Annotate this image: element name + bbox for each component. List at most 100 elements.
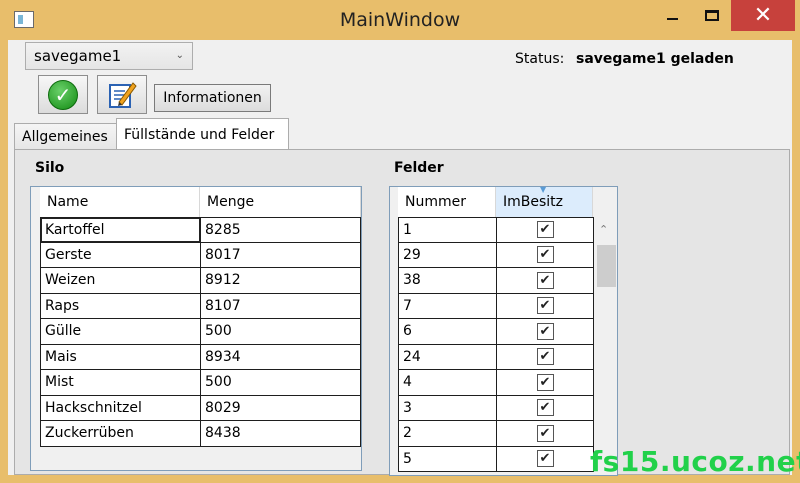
felder-cell-imbesitz: ✔ bbox=[496, 395, 594, 421]
felder-cell-imbesitz: ✔ bbox=[496, 446, 594, 472]
watermark-text: fs15.ucoz.net bbox=[590, 445, 800, 478]
felder-table-row[interactable]: 24 ✔ bbox=[398, 344, 594, 370]
status-value: savegame1 geladen bbox=[576, 51, 734, 67]
silo-table-row[interactable]: Weizen 8912 bbox=[40, 268, 362, 294]
savegame-combobox[interactable]: savegame1 ⌄ bbox=[25, 42, 193, 70]
minimize-button[interactable] bbox=[650, 0, 694, 31]
felder-cell-imbesitz: ✔ bbox=[496, 370, 594, 396]
imbesitz-checkbox[interactable]: ✔ bbox=[536, 322, 554, 340]
felder-table-row[interactable]: 1 ✔ bbox=[398, 217, 594, 243]
silo-cell-menge[interactable]: 8934 bbox=[200, 344, 361, 370]
tab-allgemeines[interactable]: Allgemeines bbox=[14, 123, 117, 149]
sort-indicator-icon: ▼ bbox=[540, 185, 547, 194]
felder-cell-nummer[interactable]: 6 bbox=[398, 319, 497, 345]
load-confirm-button[interactable]: ✓ bbox=[38, 75, 88, 114]
felder-cell-nummer[interactable]: 2 bbox=[398, 421, 497, 447]
main-window: MainWindow ✕ savegame1 ⌄ Status: savegam… bbox=[0, 0, 800, 483]
silo-table-row[interactable]: Gülle 500 bbox=[40, 319, 362, 345]
maximize-icon bbox=[705, 10, 719, 21]
silo-cell-name[interactable]: Raps bbox=[40, 293, 201, 319]
felder-cell-imbesitz: ✔ bbox=[496, 268, 594, 294]
silo-cell-name[interactable]: Weizen bbox=[40, 268, 201, 294]
felder-table-row[interactable]: 29 ✔ bbox=[398, 242, 594, 268]
scroll-up-icon[interactable]: ⌃ bbox=[599, 223, 608, 236]
silo-table-row[interactable]: Hackschnitzel 8029 bbox=[40, 395, 362, 421]
silo-cell-name[interactable]: Gülle bbox=[40, 319, 201, 345]
felder-cell-nummer[interactable]: 7 bbox=[398, 293, 497, 319]
tab-panel: Silo Felder Name Menge Kartoffel 8285 Gers… bbox=[14, 149, 790, 476]
imbesitz-checkbox[interactable]: ✔ bbox=[536, 297, 554, 315]
minimize-icon bbox=[666, 17, 678, 20]
felder-header-imbesitz-label: ImBesitz bbox=[503, 194, 564, 210]
imbesitz-checkbox[interactable]: ✔ bbox=[536, 348, 554, 366]
felder-cell-nummer[interactable]: 3 bbox=[398, 395, 497, 421]
close-icon: ✕ bbox=[753, 3, 773, 28]
felder-table-row[interactable]: 6 ✔ bbox=[398, 319, 594, 345]
imbesitz-checkbox[interactable]: ✔ bbox=[536, 424, 554, 442]
silo-header-name[interactable]: Name bbox=[40, 187, 200, 217]
felder-table-row[interactable]: 38 ✔ bbox=[398, 268, 594, 294]
felder-cell-nummer[interactable]: 5 bbox=[398, 446, 497, 472]
imbesitz-checkbox[interactable]: ✔ bbox=[536, 221, 554, 239]
silo-cell-menge[interactable]: 8029 bbox=[200, 395, 361, 421]
silo-datagrid[interactable]: Name Menge Kartoffel 8285 Gerste 8017 Weizen… bbox=[30, 186, 362, 471]
silo-table-row[interactable]: Kartoffel 8285 bbox=[40, 217, 362, 243]
felder-cell-nummer[interactable]: 38 bbox=[398, 268, 497, 294]
felder-cell-imbesitz: ✔ bbox=[496, 293, 594, 319]
felder-header-nummer[interactable]: Nummer bbox=[398, 187, 496, 217]
silo-cell-menge[interactable]: 8017 bbox=[200, 242, 361, 268]
maximize-button[interactable] bbox=[690, 0, 734, 31]
silo-cell-name[interactable]: Kartoffel bbox=[40, 217, 201, 243]
silo-cell-menge[interactable]: 8912 bbox=[200, 268, 361, 294]
felder-cell-nummer[interactable]: 1 bbox=[398, 217, 497, 243]
silo-table-row[interactable]: Zuckerrüben 8438 bbox=[40, 421, 362, 447]
silo-cell-name[interactable]: Mais bbox=[40, 344, 201, 370]
imbesitz-checkbox[interactable]: ✔ bbox=[536, 246, 554, 264]
felder-table-row[interactable]: 4 ✔ bbox=[398, 370, 594, 396]
close-button[interactable]: ✕ bbox=[731, 0, 795, 31]
silo-cell-menge[interactable]: 8107 bbox=[200, 293, 361, 319]
imbesitz-checkbox[interactable]: ✔ bbox=[536, 450, 554, 468]
silo-table-row[interactable]: Gerste 8017 bbox=[40, 242, 362, 268]
informationen-button[interactable]: Informationen bbox=[154, 84, 271, 112]
felder-cell-nummer[interactable]: 29 bbox=[398, 242, 497, 268]
silo-table-row[interactable]: Raps 8107 bbox=[40, 293, 362, 319]
silo-cell-name[interactable]: Gerste bbox=[40, 242, 201, 268]
silo-cell-name[interactable]: Zuckerrüben bbox=[40, 421, 201, 447]
chevron-down-icon: ⌄ bbox=[175, 50, 184, 61]
felder-table-row[interactable]: 3 ✔ bbox=[398, 395, 594, 421]
silo-cell-menge[interactable]: 8438 bbox=[200, 421, 361, 447]
savegame-selected-value: savegame1 bbox=[34, 47, 122, 65]
scrollbar-thumb[interactable] bbox=[597, 245, 616, 287]
silo-cell-menge[interactable]: 8285 bbox=[200, 217, 361, 243]
felder-cell-imbesitz: ✔ bbox=[496, 344, 594, 370]
felder-vertical-scrollbar[interactable]: ⌃ bbox=[595, 217, 617, 475]
felder-header-imbesitz[interactable]: ▼ ImBesitz bbox=[496, 185, 593, 217]
client-area: savegame1 ⌄ Status: savegame1 geladen ✓ … bbox=[8, 40, 792, 476]
silo-cell-menge[interactable]: 500 bbox=[200, 370, 361, 396]
felder-cell-nummer[interactable]: 4 bbox=[398, 370, 497, 396]
imbesitz-checkbox[interactable]: ✔ bbox=[536, 271, 554, 289]
felder-table-row[interactable]: 7 ✔ bbox=[398, 293, 594, 319]
silo-cell-name[interactable]: Hackschnitzel bbox=[40, 395, 201, 421]
felder-cell-imbesitz: ✔ bbox=[496, 421, 594, 447]
status-label: Status: bbox=[515, 51, 565, 67]
felder-table-row[interactable]: 2 ✔ bbox=[398, 421, 594, 447]
felder-cell-imbesitz: ✔ bbox=[496, 242, 594, 268]
felder-cell-imbesitz: ✔ bbox=[496, 217, 594, 243]
felder-table-row[interactable]: 5 ✔ bbox=[398, 446, 594, 472]
silo-table-row[interactable]: Mist 500 bbox=[40, 370, 362, 396]
edit-button[interactable] bbox=[97, 75, 147, 114]
title-bar[interactable]: MainWindow ✕ bbox=[0, 0, 800, 40]
silo-cell-menge[interactable]: 500 bbox=[200, 319, 361, 345]
felder-cell-nummer[interactable]: 24 bbox=[398, 344, 497, 370]
imbesitz-checkbox[interactable]: ✔ bbox=[536, 373, 554, 391]
silo-table-row[interactable]: Mais 8934 bbox=[40, 344, 362, 370]
silo-title: Silo bbox=[35, 160, 65, 176]
felder-datagrid[interactable]: Nummer ▼ ImBesitz 1 ✔ 29 ✔ 38 ✔ 7 ✔ 6 ✔ 24 ✔ 4 ✔ 3 ✔ 2 ✔ 5… bbox=[389, 185, 618, 476]
tab-fuellstaende-und-felder[interactable]: Füllstände und Felder bbox=[116, 118, 289, 150]
silo-cell-name[interactable]: Mist bbox=[40, 370, 201, 396]
imbesitz-checkbox[interactable]: ✔ bbox=[536, 399, 554, 417]
silo-header-menge[interactable]: Menge bbox=[200, 187, 361, 217]
edit-pencil-icon bbox=[109, 81, 137, 108]
